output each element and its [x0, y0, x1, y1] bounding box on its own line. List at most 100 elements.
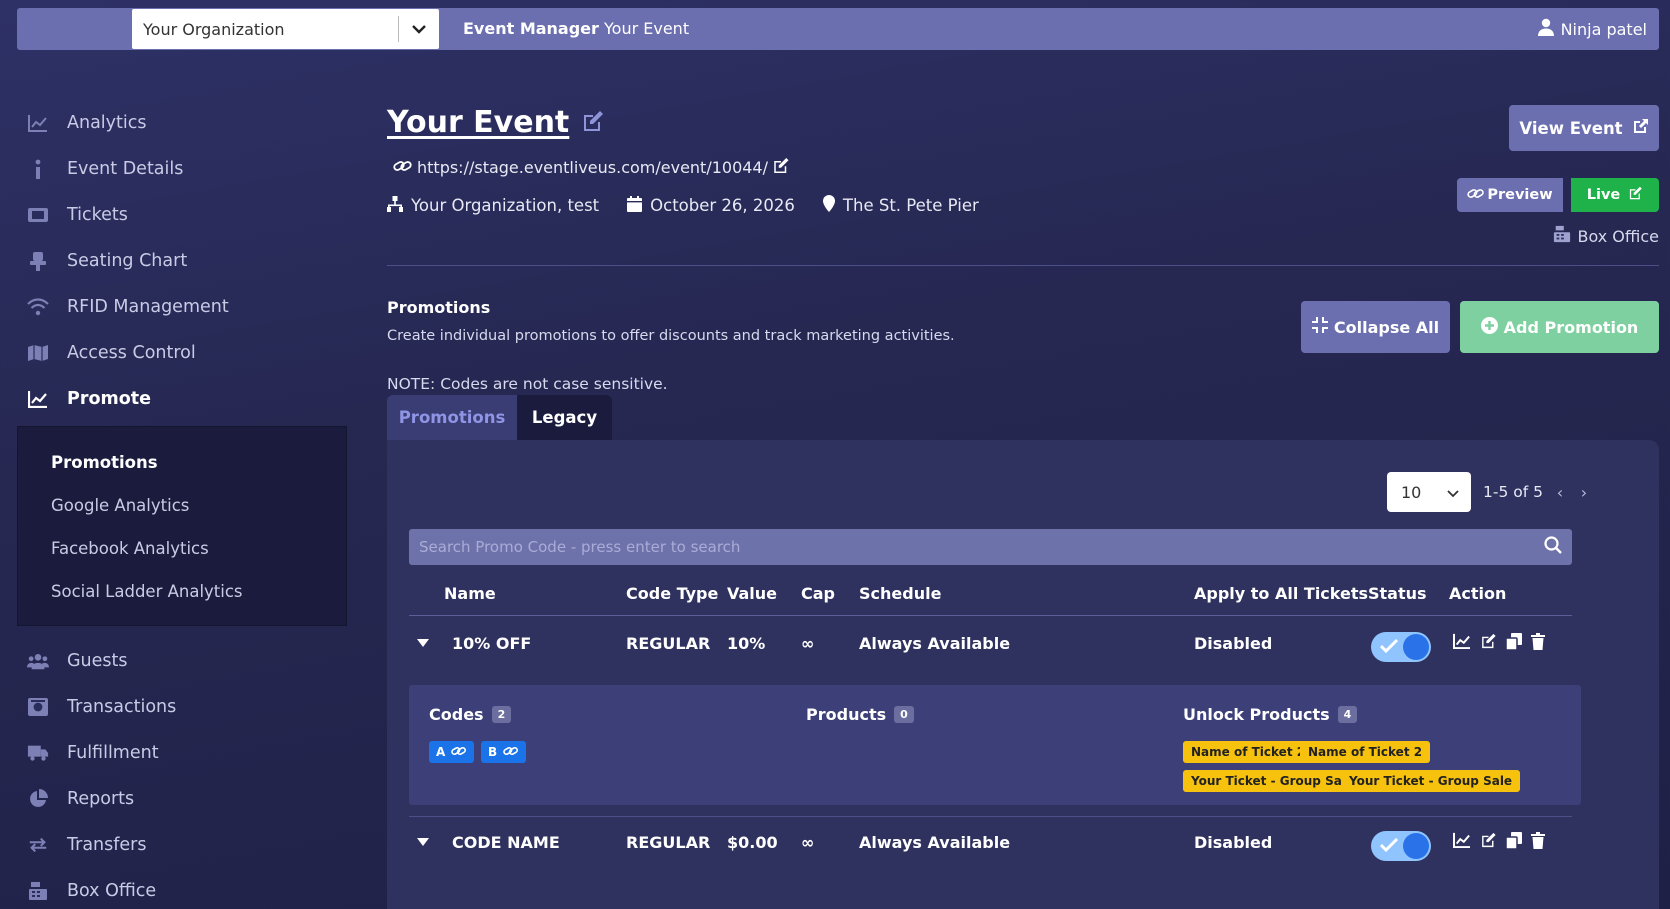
- box-office-link[interactable]: Box Office: [1553, 225, 1659, 247]
- sidebar-item-transfers[interactable]: Transfers: [17, 822, 347, 868]
- edit-icon: [1628, 186, 1643, 204]
- code-chip-text: A: [436, 745, 446, 759]
- col-apply-all: Apply to All Tickets: [1194, 584, 1369, 603]
- caret-down-icon[interactable]: [417, 632, 429, 651]
- calendar-icon: [627, 195, 643, 216]
- code-chip[interactable]: A: [429, 741, 475, 763]
- cash-register-icon: [1553, 225, 1571, 247]
- edit-icon[interactable]: [1480, 832, 1497, 853]
- search-icon[interactable]: [1544, 536, 1562, 558]
- top-bar: Your Organization Event Manager Your Eve…: [17, 8, 1659, 50]
- preview-button[interactable]: Preview: [1457, 178, 1563, 212]
- col-value: Value: [727, 584, 778, 603]
- edit-url-icon[interactable]: [772, 157, 790, 178]
- event-meta: Your Organization, test October 26, 2026…: [387, 195, 979, 216]
- chevron-down-icon: [1447, 483, 1459, 502]
- trash-icon[interactable]: [1531, 633, 1545, 654]
- search-input[interactable]: [419, 538, 1544, 556]
- submenu-item-google-analytics[interactable]: Google Analytics: [18, 484, 346, 527]
- sidebar-item-label: Transfers: [67, 835, 147, 855]
- toggle-knob: [1403, 833, 1429, 859]
- users-icon: [27, 650, 49, 672]
- analytics-icon[interactable]: [1453, 633, 1471, 654]
- sitemap-icon: [387, 195, 403, 216]
- tab-promotions[interactable]: Promotions: [387, 395, 517, 440]
- sidebar-item-label: Access Control: [67, 343, 196, 363]
- status-toggle[interactable]: [1371, 632, 1431, 662]
- promotions-panel: 10 1-5 of 5 ‹ › Name Code Type Value Cap…: [387, 440, 1659, 909]
- trash-icon[interactable]: [1531, 832, 1545, 853]
- col-schedule: Schedule: [859, 584, 942, 603]
- event-title[interactable]: Your Event: [387, 105, 605, 140]
- per-page-value: 10: [1401, 482, 1422, 502]
- sidebar-item-label: Promote: [67, 389, 151, 409]
- view-event-button[interactable]: View Event: [1509, 105, 1659, 151]
- add-promotion-label: Add Promotion: [1503, 317, 1639, 337]
- ticket-chip: Your Ticket - Group Sale: [1341, 770, 1521, 792]
- sidebar-item-transactions[interactable]: Transactions: [17, 684, 347, 730]
- external-link-icon: [1632, 118, 1649, 139]
- submenu-item-facebook-analytics[interactable]: Facebook Analytics: [18, 527, 346, 570]
- link-icon: [1467, 187, 1485, 204]
- pagination: 10 1-5 of 5 ‹ ›: [1387, 472, 1591, 512]
- analytics-icon[interactable]: [1453, 832, 1471, 853]
- link-icon: [451, 745, 467, 760]
- codes-title: Codes: [429, 705, 484, 724]
- code-chip[interactable]: B: [481, 741, 527, 763]
- sidebar-item-box-office[interactable]: Box Office: [17, 868, 347, 909]
- section-description: Create individual promotions to offer di…: [387, 328, 955, 344]
- event-date: October 26, 2026: [627, 195, 795, 216]
- chevron-down-icon[interactable]: [399, 24, 439, 34]
- sidebar-item-guests[interactable]: Guests: [17, 638, 347, 684]
- compress-icon: [1311, 317, 1328, 337]
- transfer-icon: [27, 834, 49, 856]
- page-range: 1-5 of 5: [1483, 483, 1543, 501]
- sidebar-item-tickets[interactable]: Tickets: [17, 192, 347, 238]
- add-promotion-button[interactable]: Add Promotion: [1460, 301, 1659, 353]
- sidebar-item-fulfillment[interactable]: Fulfillment: [17, 730, 347, 776]
- ticket-chip: Name of Ticket 2: [1183, 741, 1314, 763]
- ticket-icon: [27, 204, 49, 226]
- sidebar-item-label: Reports: [67, 789, 135, 809]
- sidebar-item-analytics[interactable]: Analytics: [17, 100, 347, 146]
- sidebar-item-label: Event Details: [67, 159, 184, 179]
- edit-icon[interactable]: [581, 105, 605, 140]
- sidebar-item-reports[interactable]: Reports: [17, 776, 347, 822]
- promo-detail: Codes 2 A B Products 0 Unlock Products 4…: [409, 685, 1581, 805]
- organization-select-value: Your Organization: [143, 19, 285, 39]
- check-icon: [1379, 638, 1399, 658]
- search-bar: [409, 529, 1572, 565]
- sidebar-item-label: Tickets: [67, 205, 128, 225]
- next-page-icon[interactable]: ›: [1577, 483, 1591, 502]
- promo-schedule: Always Available: [859, 833, 1011, 852]
- submenu-item-social-ladder-analytics[interactable]: Social Ladder Analytics: [18, 570, 346, 613]
- copy-icon[interactable]: [1505, 633, 1522, 654]
- per-page-select[interactable]: 10: [1387, 472, 1471, 512]
- live-label: Live: [1586, 187, 1621, 203]
- submenu-item-promotions[interactable]: Promotions: [18, 441, 346, 484]
- sidebar-item-label: Fulfillment: [67, 743, 159, 763]
- event-organization-text: Your Organization, test: [411, 196, 600, 215]
- status-toggle[interactable]: [1371, 831, 1431, 861]
- sidebar-item-seating-chart[interactable]: Seating Chart: [17, 238, 347, 284]
- live-button[interactable]: Live: [1571, 178, 1659, 212]
- sidebar-item-rfid-management[interactable]: RFID Management: [17, 284, 347, 330]
- organization-select[interactable]: Your Organization: [132, 9, 439, 49]
- info-icon: [27, 158, 49, 180]
- collapse-all-button[interactable]: Collapse All: [1301, 301, 1450, 353]
- copy-icon[interactable]: [1505, 832, 1522, 853]
- prev-page-icon[interactable]: ‹: [1553, 483, 1567, 502]
- edit-icon[interactable]: [1480, 633, 1497, 654]
- cash-register-icon: [27, 880, 49, 902]
- event-url[interactable]: https://stage.eventliveus.com/event/1004…: [393, 157, 790, 178]
- sidebar-item-promote[interactable]: Promote: [17, 376, 347, 422]
- caret-down-icon[interactable]: [417, 831, 429, 850]
- sidebar-item-access-control[interactable]: Access Control: [17, 330, 347, 376]
- tab-legacy[interactable]: Legacy: [517, 395, 612, 440]
- section-title: Promotions: [387, 298, 491, 317]
- box-office-label: Box Office: [1577, 226, 1659, 246]
- sidebar-item-event-details[interactable]: Event Details: [17, 146, 347, 192]
- sidebar-item-label: Box Office: [67, 881, 157, 901]
- user-menu[interactable]: Ninja patel: [1537, 18, 1647, 40]
- promo-name: 10% OFF: [452, 634, 532, 653]
